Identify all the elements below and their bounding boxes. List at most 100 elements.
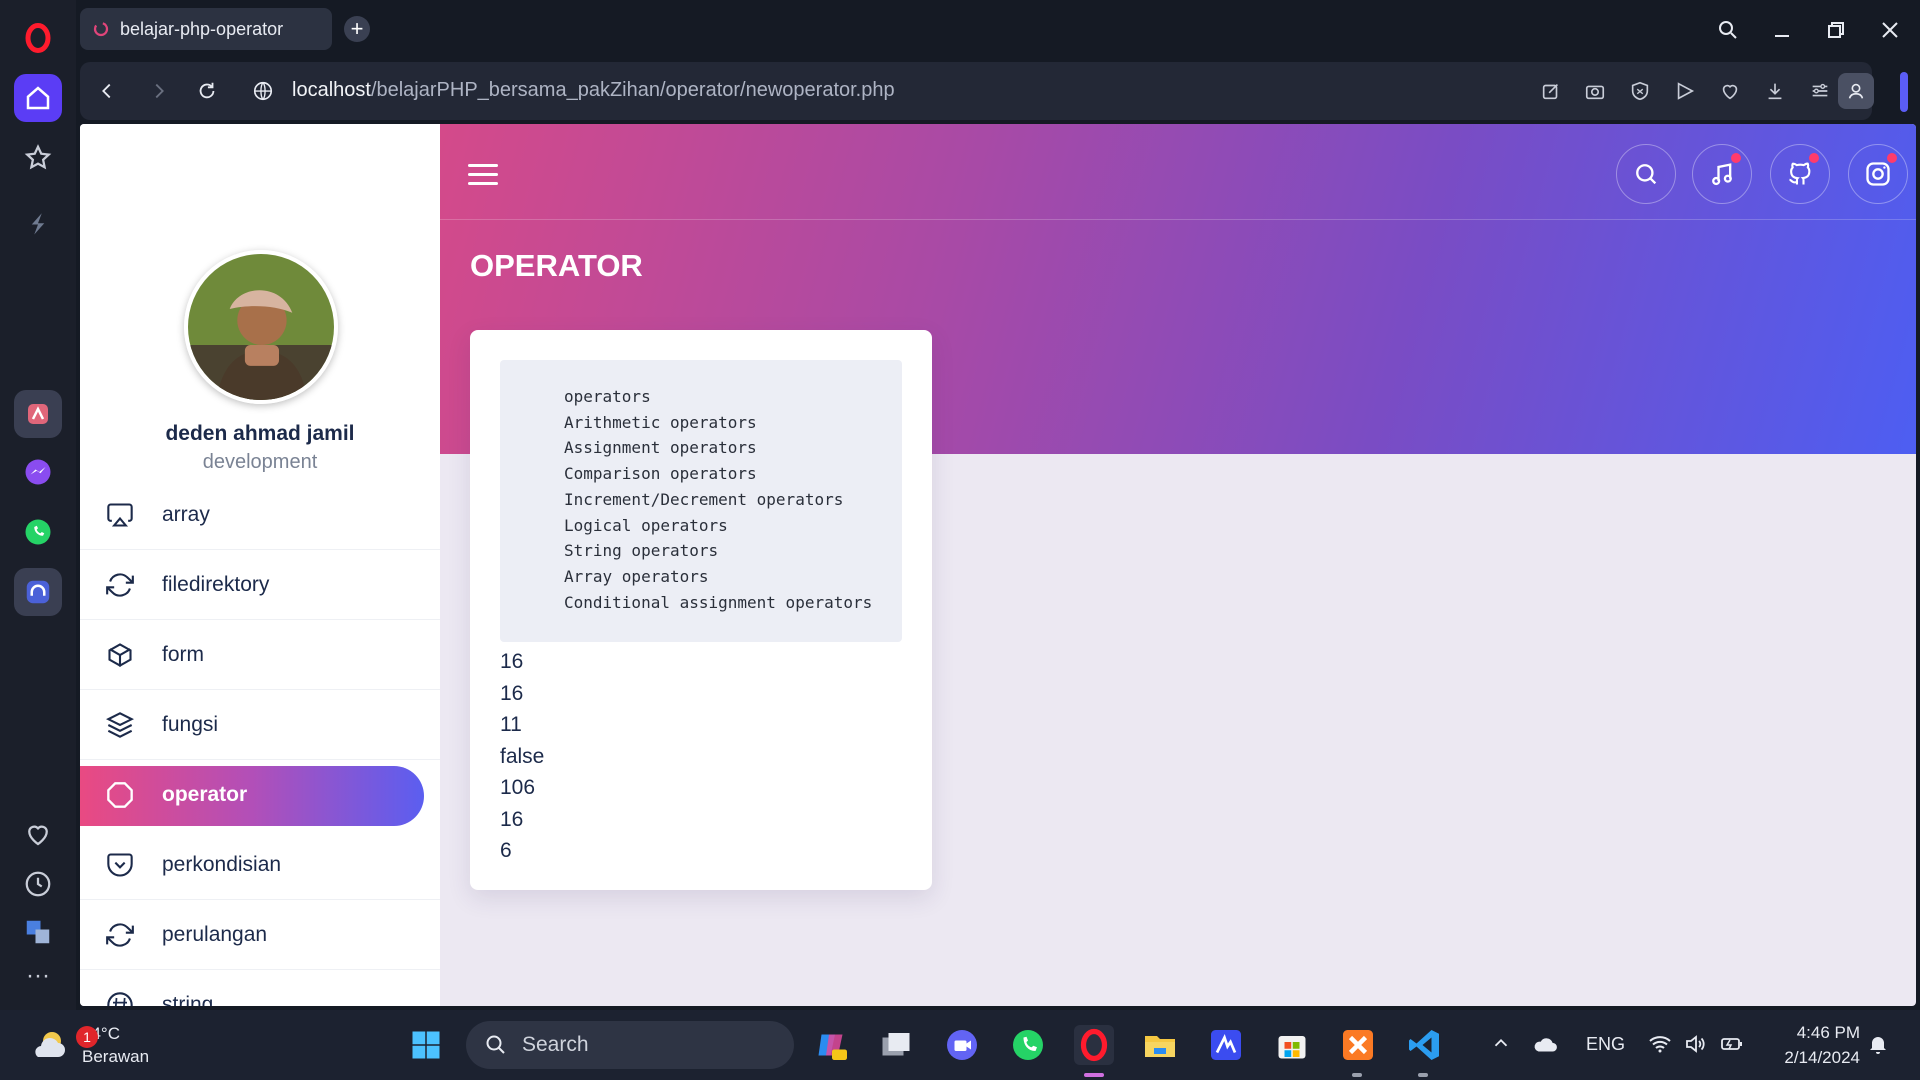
menu-icon[interactable]: [468, 164, 498, 188]
sidebar-item-operator[interactable]: operator: [80, 760, 440, 830]
sidebar-item-string[interactable]: string: [80, 970, 440, 1006]
sidebar-item-array[interactable]: array: [80, 480, 440, 550]
app-icon-1[interactable]: [14, 390, 62, 438]
heart-icon[interactable]: [14, 810, 62, 858]
whatsapp-icon[interactable]: [14, 508, 62, 556]
code-line: Comparison operators: [564, 464, 757, 484]
microsoft-store-icon[interactable]: [1272, 1025, 1312, 1065]
app-launcher-icon[interactable]: [1206, 1025, 1246, 1065]
favorite-icon[interactable]: [1715, 76, 1745, 106]
close-icon[interactable]: [1874, 14, 1906, 46]
translate-icon[interactable]: [14, 908, 62, 956]
code-line: Array operators: [564, 566, 709, 586]
web-page: OPERATOR deden ahmad jamil development a…: [80, 124, 1916, 1006]
search-tabs-icon[interactable]: [1712, 14, 1744, 46]
header-divider: [440, 219, 1916, 220]
star-icon[interactable]: [14, 134, 62, 182]
taskbar: 24°C Berawan 1 Search ENG 4:46 PM 2/14/2…: [0, 1010, 1920, 1080]
system-clock[interactable]: 4:46 PM 2/14/2024: [1760, 1020, 1860, 1070]
windows-start-icon[interactable]: [406, 1025, 446, 1065]
forward-icon[interactable]: [144, 76, 174, 106]
tab-title: belajar-php-operator: [120, 18, 284, 39]
whatsapp-taskbar-icon[interactable]: [1008, 1025, 1048, 1065]
output-value: 16: [500, 681, 524, 705]
task-view-icon[interactable]: [876, 1025, 916, 1065]
vscode-icon[interactable]: [1404, 1025, 1444, 1065]
messenger-icon[interactable]: [14, 448, 62, 496]
box-icon: [108, 642, 132, 667]
onedrive-icon[interactable]: [1532, 1032, 1558, 1063]
sidebar-item-label: form: [162, 642, 204, 666]
tab-loading-icon: [93, 21, 109, 37]
notification-dot: [1809, 153, 1819, 163]
profile-icon[interactable]: [1838, 73, 1874, 109]
battery-icon[interactable]: [1720, 1032, 1744, 1061]
copilot-icon[interactable]: [812, 1025, 852, 1065]
address-bar: localhost/belajarPHP_bersama_pakZihan/op…: [80, 62, 1874, 120]
xampp-icon[interactable]: [1338, 1025, 1378, 1065]
sidebar-item-label: perulangan: [162, 922, 268, 946]
home-icon[interactable]: [14, 74, 62, 122]
content-card: operators Arithmetic operators Assignment …: [470, 330, 932, 890]
back-icon[interactable]: [92, 76, 122, 106]
weather-widget[interactable]: 24°C Berawan 1: [28, 1022, 149, 1068]
new-tab-button[interactable]: +: [344, 16, 370, 42]
search-icon: [486, 1035, 505, 1054]
url-host: localhost: [292, 79, 371, 101]
sidebar-item-perulangan[interactable]: perulangan: [80, 900, 440, 970]
active-app-indicator: [1084, 1073, 1104, 1077]
reload-icon[interactable]: [192, 76, 222, 106]
edit-icon[interactable]: [1536, 76, 1566, 106]
code-block: operators Arithmetic operators Assignment …: [500, 360, 902, 642]
output-value: false: [500, 744, 545, 768]
language-indicator[interactable]: ENG: [1586, 1034, 1625, 1055]
url-field[interactable]: localhost/belajarPHP_bersama_pakZihan/op…: [292, 79, 895, 102]
code-line: String operators: [564, 541, 719, 561]
sidebar-item-filedirektory[interactable]: filedirektory: [80, 550, 440, 620]
search-placeholder: Search: [522, 1033, 589, 1056]
code-line: Logical operators: [564, 515, 728, 535]
output-value: 16: [500, 650, 524, 673]
notifications-icon[interactable]: [1866, 1032, 1890, 1061]
show-hidden-icons[interactable]: [1490, 1032, 1512, 1059]
sidebar-toggle[interactable]: [1900, 72, 1908, 112]
code-line: operators: [564, 387, 651, 406]
refresh-icon: [106, 922, 134, 947]
restore-icon[interactable]: [1820, 14, 1852, 46]
sidebar-item-label: perkondisian: [162, 852, 282, 876]
sidebar-item-perkondisian[interactable]: perkondisian: [80, 830, 440, 900]
github-icon[interactable]: [1770, 144, 1830, 204]
app-sidebar: deden ahmad jamil development array file…: [80, 124, 440, 1006]
instagram-icon[interactable]: [1848, 144, 1908, 204]
browser-tab[interactable]: belajar-php-operator: [80, 8, 332, 50]
pocket-icon: [107, 852, 133, 876]
output-value: 11: [500, 713, 522, 736]
shield-icon[interactable]: [1625, 76, 1655, 106]
music-player-icon[interactable]: [14, 568, 62, 616]
send-icon[interactable]: [1670, 76, 1700, 106]
user-role: development: [202, 451, 318, 473]
more-icon[interactable]: ···: [14, 952, 62, 1000]
teams-icon[interactable]: [942, 1025, 982, 1065]
volume-icon[interactable]: [1684, 1032, 1708, 1061]
aria-icon[interactable]: [14, 198, 62, 246]
sidebar-menu: array filedirektory form fungsi operator…: [80, 480, 440, 1006]
clock-time: 4:46 PM: [1796, 1023, 1860, 1042]
globe-icon[interactable]: [248, 76, 278, 106]
code-line: Conditional assignment operators: [564, 592, 873, 612]
minimize-icon[interactable]: [1766, 14, 1798, 46]
taskbar-search[interactable]: Search: [466, 1021, 794, 1069]
camera-icon[interactable]: [1580, 76, 1610, 106]
search-icon[interactable]: [1616, 144, 1676, 204]
music-icon[interactable]: [1692, 144, 1752, 204]
opera-logo-icon[interactable]: [14, 14, 62, 62]
opera-taskbar-icon[interactable]: [1074, 1025, 1114, 1065]
output-value: 6: [500, 839, 512, 862]
history-icon[interactable]: [14, 860, 62, 908]
easy-setup-icon[interactable]: [1805, 76, 1835, 106]
sidebar-item-fungsi[interactable]: fungsi: [80, 690, 440, 760]
wifi-icon[interactable]: [1648, 1032, 1672, 1061]
download-icon[interactable]: [1760, 76, 1790, 106]
sidebar-item-form[interactable]: form: [80, 620, 440, 690]
file-explorer-icon[interactable]: [1140, 1025, 1180, 1065]
